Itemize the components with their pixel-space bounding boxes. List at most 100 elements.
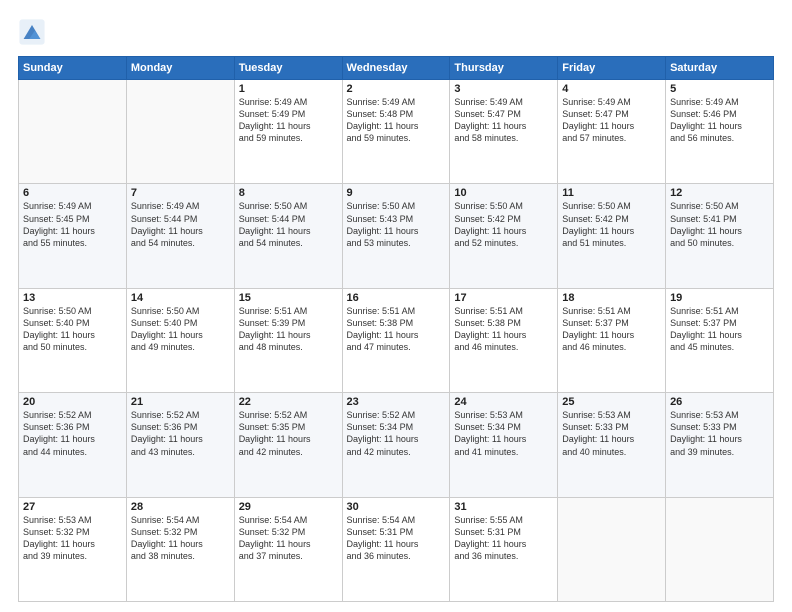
day-number: 7 xyxy=(131,187,230,199)
day-number: 4 xyxy=(562,83,661,95)
logo-icon xyxy=(18,18,46,46)
day-number: 27 xyxy=(23,501,122,513)
day-info: Sunrise: 5:52 AM Sunset: 5:34 PM Dayligh… xyxy=(347,409,446,458)
day-info: Sunrise: 5:53 AM Sunset: 5:34 PM Dayligh… xyxy=(454,409,553,458)
logo xyxy=(18,18,50,46)
day-info: Sunrise: 5:52 AM Sunset: 5:36 PM Dayligh… xyxy=(23,409,122,458)
calendar-cell: 21Sunrise: 5:52 AM Sunset: 5:36 PM Dayli… xyxy=(126,393,234,497)
day-number: 15 xyxy=(239,292,338,304)
day-number: 16 xyxy=(347,292,446,304)
day-info: Sunrise: 5:51 AM Sunset: 5:37 PM Dayligh… xyxy=(562,305,661,354)
day-info: Sunrise: 5:49 AM Sunset: 5:44 PM Dayligh… xyxy=(131,200,230,249)
day-info: Sunrise: 5:51 AM Sunset: 5:39 PM Dayligh… xyxy=(239,305,338,354)
day-number: 13 xyxy=(23,292,122,304)
calendar-cell: 3Sunrise: 5:49 AM Sunset: 5:47 PM Daylig… xyxy=(450,80,558,184)
calendar-cell: 25Sunrise: 5:53 AM Sunset: 5:33 PM Dayli… xyxy=(558,393,666,497)
calendar-cell: 16Sunrise: 5:51 AM Sunset: 5:38 PM Dayli… xyxy=(342,288,450,392)
weekday-header-tuesday: Tuesday xyxy=(234,57,342,80)
day-number: 20 xyxy=(23,396,122,408)
calendar-cell: 19Sunrise: 5:51 AM Sunset: 5:37 PM Dayli… xyxy=(666,288,774,392)
day-number: 8 xyxy=(239,187,338,199)
calendar-cell: 9Sunrise: 5:50 AM Sunset: 5:43 PM Daylig… xyxy=(342,184,450,288)
day-info: Sunrise: 5:50 AM Sunset: 5:44 PM Dayligh… xyxy=(239,200,338,249)
calendar-cell: 11Sunrise: 5:50 AM Sunset: 5:42 PM Dayli… xyxy=(558,184,666,288)
day-number: 29 xyxy=(239,501,338,513)
day-number: 12 xyxy=(670,187,769,199)
calendar-cell: 8Sunrise: 5:50 AM Sunset: 5:44 PM Daylig… xyxy=(234,184,342,288)
day-info: Sunrise: 5:54 AM Sunset: 5:31 PM Dayligh… xyxy=(347,514,446,563)
week-row-4: 20Sunrise: 5:52 AM Sunset: 5:36 PM Dayli… xyxy=(19,393,774,497)
day-info: Sunrise: 5:53 AM Sunset: 5:33 PM Dayligh… xyxy=(562,409,661,458)
day-number: 9 xyxy=(347,187,446,199)
day-info: Sunrise: 5:52 AM Sunset: 5:36 PM Dayligh… xyxy=(131,409,230,458)
day-number: 26 xyxy=(670,396,769,408)
calendar-cell xyxy=(666,497,774,601)
weekday-header-row: SundayMondayTuesdayWednesdayThursdayFrid… xyxy=(19,57,774,80)
calendar-cell: 17Sunrise: 5:51 AM Sunset: 5:38 PM Dayli… xyxy=(450,288,558,392)
calendar-cell: 24Sunrise: 5:53 AM Sunset: 5:34 PM Dayli… xyxy=(450,393,558,497)
day-number: 11 xyxy=(562,187,661,199)
week-row-2: 6Sunrise: 5:49 AM Sunset: 5:45 PM Daylig… xyxy=(19,184,774,288)
day-number: 28 xyxy=(131,501,230,513)
header xyxy=(18,18,774,46)
calendar-cell xyxy=(558,497,666,601)
weekday-header-friday: Friday xyxy=(558,57,666,80)
calendar-cell: 12Sunrise: 5:50 AM Sunset: 5:41 PM Dayli… xyxy=(666,184,774,288)
calendar-cell xyxy=(126,80,234,184)
day-number: 31 xyxy=(454,501,553,513)
calendar-cell: 27Sunrise: 5:53 AM Sunset: 5:32 PM Dayli… xyxy=(19,497,127,601)
calendar-table: SundayMondayTuesdayWednesdayThursdayFrid… xyxy=(18,56,774,602)
day-number: 6 xyxy=(23,187,122,199)
calendar-cell: 5Sunrise: 5:49 AM Sunset: 5:46 PM Daylig… xyxy=(666,80,774,184)
weekday-header-thursday: Thursday xyxy=(450,57,558,80)
calendar-cell: 28Sunrise: 5:54 AM Sunset: 5:32 PM Dayli… xyxy=(126,497,234,601)
calendar-cell: 14Sunrise: 5:50 AM Sunset: 5:40 PM Dayli… xyxy=(126,288,234,392)
day-info: Sunrise: 5:50 AM Sunset: 5:42 PM Dayligh… xyxy=(454,200,553,249)
calendar-cell: 13Sunrise: 5:50 AM Sunset: 5:40 PM Dayli… xyxy=(19,288,127,392)
day-number: 3 xyxy=(454,83,553,95)
day-info: Sunrise: 5:53 AM Sunset: 5:32 PM Dayligh… xyxy=(23,514,122,563)
day-number: 30 xyxy=(347,501,446,513)
day-info: Sunrise: 5:52 AM Sunset: 5:35 PM Dayligh… xyxy=(239,409,338,458)
day-info: Sunrise: 5:49 AM Sunset: 5:49 PM Dayligh… xyxy=(239,96,338,145)
week-row-1: 1Sunrise: 5:49 AM Sunset: 5:49 PM Daylig… xyxy=(19,80,774,184)
calendar-cell: 2Sunrise: 5:49 AM Sunset: 5:48 PM Daylig… xyxy=(342,80,450,184)
calendar-cell: 30Sunrise: 5:54 AM Sunset: 5:31 PM Dayli… xyxy=(342,497,450,601)
day-number: 21 xyxy=(131,396,230,408)
day-info: Sunrise: 5:51 AM Sunset: 5:37 PM Dayligh… xyxy=(670,305,769,354)
calendar-cell: 6Sunrise: 5:49 AM Sunset: 5:45 PM Daylig… xyxy=(19,184,127,288)
calendar-cell: 26Sunrise: 5:53 AM Sunset: 5:33 PM Dayli… xyxy=(666,393,774,497)
day-number: 22 xyxy=(239,396,338,408)
day-number: 19 xyxy=(670,292,769,304)
weekday-header-sunday: Sunday xyxy=(19,57,127,80)
day-info: Sunrise: 5:49 AM Sunset: 5:45 PM Dayligh… xyxy=(23,200,122,249)
day-info: Sunrise: 5:50 AM Sunset: 5:40 PM Dayligh… xyxy=(23,305,122,354)
calendar-cell: 4Sunrise: 5:49 AM Sunset: 5:47 PM Daylig… xyxy=(558,80,666,184)
calendar-cell xyxy=(19,80,127,184)
day-number: 14 xyxy=(131,292,230,304)
day-info: Sunrise: 5:54 AM Sunset: 5:32 PM Dayligh… xyxy=(239,514,338,563)
calendar-cell: 18Sunrise: 5:51 AM Sunset: 5:37 PM Dayli… xyxy=(558,288,666,392)
day-number: 23 xyxy=(347,396,446,408)
day-number: 1 xyxy=(239,83,338,95)
week-row-5: 27Sunrise: 5:53 AM Sunset: 5:32 PM Dayli… xyxy=(19,497,774,601)
calendar-cell: 10Sunrise: 5:50 AM Sunset: 5:42 PM Dayli… xyxy=(450,184,558,288)
day-info: Sunrise: 5:50 AM Sunset: 5:43 PM Dayligh… xyxy=(347,200,446,249)
weekday-header-wednesday: Wednesday xyxy=(342,57,450,80)
page: SundayMondayTuesdayWednesdayThursdayFrid… xyxy=(0,0,792,612)
weekday-header-saturday: Saturday xyxy=(666,57,774,80)
day-info: Sunrise: 5:51 AM Sunset: 5:38 PM Dayligh… xyxy=(347,305,446,354)
day-info: Sunrise: 5:49 AM Sunset: 5:46 PM Dayligh… xyxy=(670,96,769,145)
week-row-3: 13Sunrise: 5:50 AM Sunset: 5:40 PM Dayli… xyxy=(19,288,774,392)
calendar-cell: 23Sunrise: 5:52 AM Sunset: 5:34 PM Dayli… xyxy=(342,393,450,497)
day-info: Sunrise: 5:51 AM Sunset: 5:38 PM Dayligh… xyxy=(454,305,553,354)
day-number: 18 xyxy=(562,292,661,304)
calendar-cell: 22Sunrise: 5:52 AM Sunset: 5:35 PM Dayli… xyxy=(234,393,342,497)
day-number: 2 xyxy=(347,83,446,95)
day-info: Sunrise: 5:49 AM Sunset: 5:47 PM Dayligh… xyxy=(454,96,553,145)
day-info: Sunrise: 5:55 AM Sunset: 5:31 PM Dayligh… xyxy=(454,514,553,563)
day-number: 10 xyxy=(454,187,553,199)
day-number: 17 xyxy=(454,292,553,304)
day-info: Sunrise: 5:49 AM Sunset: 5:48 PM Dayligh… xyxy=(347,96,446,145)
day-info: Sunrise: 5:50 AM Sunset: 5:40 PM Dayligh… xyxy=(131,305,230,354)
